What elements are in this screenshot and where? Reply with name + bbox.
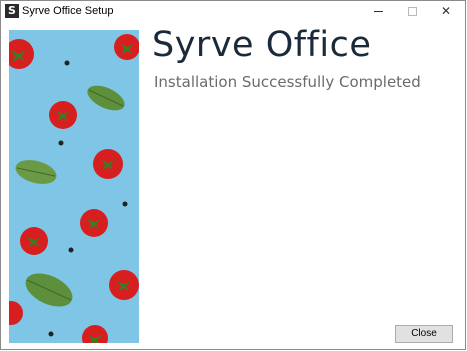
tomato-basil-illustration bbox=[9, 30, 139, 343]
window-title: Syrve Office Setup bbox=[22, 5, 114, 17]
maximize-icon bbox=[407, 6, 417, 16]
page-title: Syrve Office bbox=[152, 25, 372, 65]
close-icon: ✕ bbox=[440, 4, 452, 18]
close-button[interactable]: Close bbox=[395, 325, 453, 343]
banner-image bbox=[9, 30, 139, 343]
status-message: Installation Successfully Completed bbox=[154, 73, 421, 91]
setup-window: S Syrve Office Setup ✕ Syrve Office Inst… bbox=[0, 0, 466, 350]
app-logo-icon: S bbox=[5, 4, 19, 18]
maximize-button[interactable] bbox=[397, 1, 427, 21]
title-bar[interactable]: S Syrve Office Setup ✕ bbox=[1, 1, 465, 23]
minimize-icon bbox=[373, 10, 383, 12]
minimize-button[interactable] bbox=[363, 1, 393, 21]
close-window-button[interactable]: ✕ bbox=[431, 1, 461, 21]
